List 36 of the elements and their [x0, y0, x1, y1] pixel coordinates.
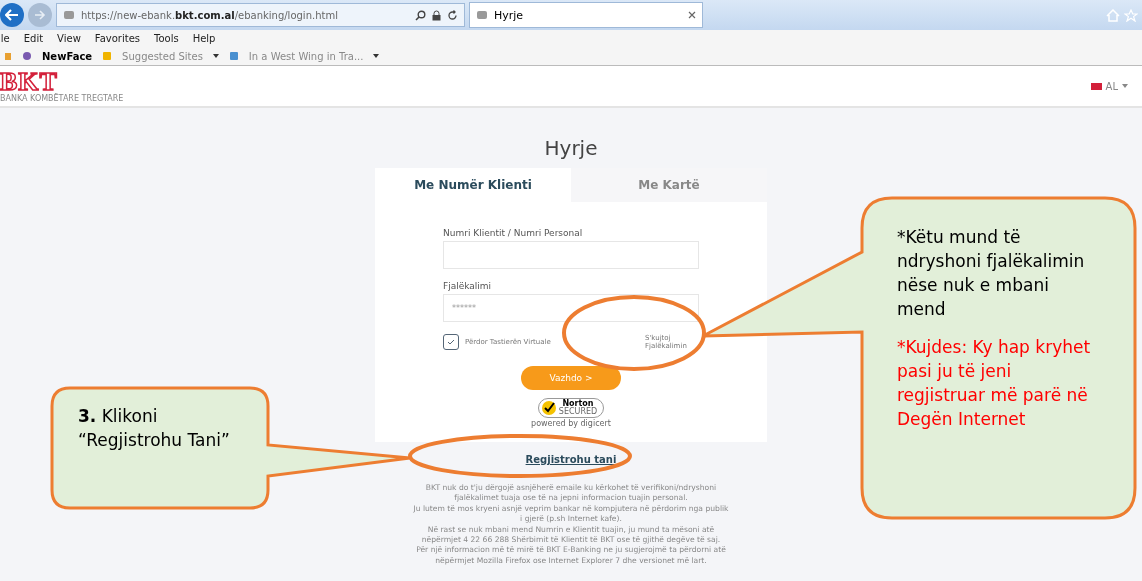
refresh-icon[interactable] [447, 9, 458, 21]
favorite-link[interactable]: NewFace [42, 50, 93, 62]
forward-arrow-icon [34, 10, 46, 20]
search-icon[interactable] [415, 9, 426, 21]
address-bar[interactable]: https://new-ebank.bkt.com.al/ebanking/login.html [56, 3, 465, 27]
menu-item[interactable]: Edit [23, 33, 44, 44]
back-button[interactable] [0, 3, 24, 27]
site-icon [228, 51, 239, 61]
caret-icon[interactable] [212, 54, 219, 58]
flag-icon [1090, 82, 1102, 90]
close-icon[interactable] [688, 11, 696, 19]
menu-item[interactable]: Favorites [94, 33, 140, 44]
menu-item[interactable]: Help [192, 33, 216, 44]
tab-title: Hyrje [494, 8, 525, 22]
callout-text: *Këtu mund të ndryshoni fjalëkalimin nëse nuk e mbani mend [897, 226, 1086, 321]
checkbox[interactable] [443, 334, 459, 350]
field-label: Fjalëkalimi [443, 281, 493, 291]
page-icon [63, 10, 75, 20]
check-icon [447, 339, 455, 345]
site-icon [102, 51, 113, 61]
browser-tab[interactable]: Hyrje [469, 2, 703, 28]
input-field[interactable] [443, 241, 699, 269]
page-icon [476, 10, 488, 20]
callout-text: *Kujdes: Ky hap kryhet pasi ju të jeni regjistruar më parë në Degën Internet [897, 336, 1092, 431]
language-selector[interactable]: AL [1105, 80, 1118, 92]
register-link[interactable]: Regjistrohu tani [525, 454, 617, 465]
field-label: Numri Klientit / Numri Personal [443, 228, 584, 238]
lock-icon[interactable] [432, 9, 441, 21]
page-title: Hyrje [544, 136, 598, 160]
star-icon[interactable] [1124, 8, 1138, 22]
menu-item[interactable]: Tools [154, 33, 179, 44]
callout-text: 3. Klikoni “Regjistrohu Tani” [78, 405, 231, 452]
back-arrow-icon [5, 9, 19, 21]
menu-item[interactable]: View [57, 33, 81, 44]
caret-icon[interactable] [373, 54, 380, 58]
bank-logo: BKT BANKA KOMBËTARE TREGTARE [0, 69, 124, 103]
